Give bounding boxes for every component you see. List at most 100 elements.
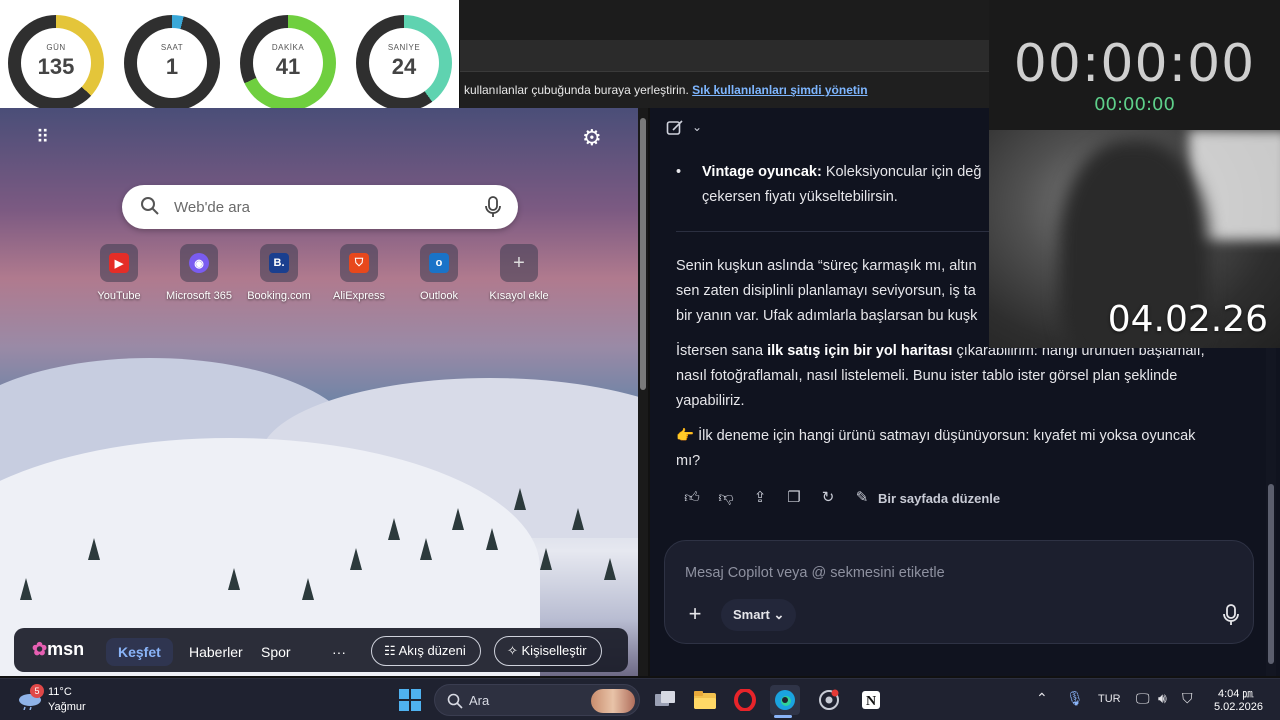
add-attachment-button[interactable]: +: [679, 599, 711, 631]
taskbar-search[interactable]: Ara: [434, 684, 640, 716]
countdown-label: DAKİKA: [271, 43, 305, 52]
microphone-icon[interactable]: [482, 195, 504, 219]
weather-widget[interactable]: 5 11°C Yağmur: [16, 684, 96, 716]
search-icon: [141, 197, 159, 215]
countdown-ring-hours: SAAT 1: [124, 15, 220, 111]
countdown-ring-seconds: SANİYE 24: [356, 15, 452, 111]
chevron-down-icon[interactable]: ⌄: [692, 120, 702, 134]
clock-time[interactable]: 4:04 ㏘: [1218, 685, 1253, 701]
response-paragraph-2: İstersen sana ilk satış için bir yol har…: [676, 339, 1236, 414]
feed-layout-button[interactable]: ☷ Akış düzeni: [371, 636, 481, 666]
tree: [88, 538, 100, 560]
thumbs-down-icon[interactable]: 👎︎: [716, 488, 736, 508]
copilot-scrollbar-thumb[interactable]: [1268, 484, 1274, 664]
aliexpress-icon: ⛉: [349, 253, 369, 273]
tab-sports[interactable]: Spor: [249, 638, 303, 666]
tree: [20, 578, 32, 600]
quick-link-label: AliExpress: [333, 290, 385, 302]
countdown-value: 41: [275, 54, 301, 79]
settings-gear-icon[interactable]: ⚙: [582, 126, 606, 150]
security-icon[interactable]: ⛉: [1182, 690, 1193, 707]
message-placeholder: Mesaj Copilot veya @ sekmesini etiketle: [685, 565, 945, 581]
msn-logo[interactable]: ✿msn: [32, 639, 84, 660]
search-icon: [447, 693, 463, 709]
tab-discover[interactable]: Keşfet: [106, 638, 173, 666]
share-icon[interactable]: ⇪: [750, 488, 770, 508]
countdown-label: GÜN: [46, 43, 66, 52]
quick-link-microsoft-365[interactable]: ◉ Microsoft 365: [157, 244, 241, 302]
feed-layout-label: Akış düzeni: [398, 643, 466, 658]
thumbs-up-icon[interactable]: 👍︎: [682, 488, 702, 508]
display-icon[interactable]: 🖵︎: [1136, 690, 1150, 707]
microphone-icon[interactable]: 🎙︎: [1066, 690, 1084, 707]
tree: [572, 508, 584, 530]
tree: [388, 518, 400, 540]
browser-toolbar: [460, 40, 990, 72]
quick-link-booking[interactable]: B. Booking.com: [237, 244, 321, 302]
windows-start-icon[interactable]: [398, 688, 422, 712]
edge-icon[interactable]: [770, 685, 800, 715]
text-line: İlk deneme için hangi ürünü satmayı düşü…: [694, 428, 1196, 444]
opera-icon[interactable]: [730, 685, 760, 715]
quick-link-add-shortcut[interactable]: + Kısayol ekle: [477, 244, 561, 302]
stopwatch-main-time: 00:00:00: [1013, 34, 1256, 94]
webcam-date-overlay: 04.02.26: [1107, 299, 1268, 340]
edit-in-page-button[interactable]: Bir sayfada düzenle: [878, 491, 1000, 506]
chevron-up-icon[interactable]: ⌃: [1036, 690, 1048, 707]
chrome-icon[interactable]: [814, 685, 844, 715]
web-search-box[interactable]: Web'de ara: [122, 185, 518, 229]
weather-condition: Yağmur: [48, 701, 86, 713]
task-view-icon[interactable]: [650, 685, 680, 715]
add-shortcut-icon: +: [513, 251, 525, 274]
personalize-button[interactable]: ✧ Kişiselleştir: [494, 636, 602, 666]
regenerate-icon[interactable]: ↻: [818, 488, 838, 508]
volume-icon[interactable]: 🔊︎: [1158, 690, 1167, 707]
pointing-hand-icon: 👉: [676, 428, 695, 444]
quick-link-label: Microsoft 365: [165, 290, 233, 302]
edit-in-page-icon[interactable]: ✎: [852, 488, 872, 508]
clock-date[interactable]: 5.02.2026: [1214, 701, 1263, 713]
personalize-label: Kişiselleştir: [521, 643, 587, 658]
text-line: nasıl fotoğraflamalı, nasıl listelemeli.…: [676, 368, 1178, 384]
microsoft-365-icon: ◉: [189, 253, 209, 273]
chevron-down-icon: ⌄: [773, 607, 785, 622]
bold-phrase: ilk satış için bir yol haritası: [767, 343, 953, 359]
search-highlight-image: [591, 689, 635, 713]
quick-link-outlook[interactable]: o Outlook: [397, 244, 481, 302]
new-chat-icon[interactable]: [666, 119, 684, 137]
copy-icon[interactable]: ❐: [784, 488, 804, 508]
quick-link-label: Kısayol ekle: [489, 290, 549, 302]
tree: [228, 568, 240, 590]
bullet-label: Vintage oyuncak:: [702, 164, 822, 180]
microphone-icon[interactable]: [1221, 603, 1241, 627]
bullet-text-2: çekersen fiyatı yükseltebilirsin.: [702, 189, 898, 205]
text-line: mı?: [676, 453, 701, 469]
bullet-dot: •: [676, 164, 682, 180]
quick-link-label: YouTube: [97, 290, 141, 302]
text-line: yapabiliriz.: [676, 393, 745, 409]
file-explorer-icon[interactable]: [690, 685, 720, 715]
tab-news[interactable]: Haberler: [177, 638, 255, 666]
notion-icon[interactable]: N: [856, 685, 886, 715]
countdown-value: 1: [165, 54, 179, 79]
manage-favorites-link[interactable]: Sık kullanılanları şimdi yönetin: [692, 83, 867, 97]
language-indicator[interactable]: TUR: [1098, 693, 1121, 705]
more-tabs-button[interactable]: ···: [320, 638, 358, 666]
quick-link-label: Outlook: [420, 290, 458, 302]
ntp-scrollbar-thumb[interactable]: [640, 118, 646, 390]
sliders-icon: ☷: [384, 643, 399, 658]
countdown-value: 24: [391, 54, 417, 79]
favorites-bar-text: kullanılanlar çubuğunda buraya yerleştir…: [464, 83, 689, 97]
countdown-label: SANİYE: [387, 43, 421, 52]
apps-grid-icon[interactable]: ⠿: [36, 128, 54, 146]
mode-selector[interactable]: Smart ⌄: [721, 599, 797, 631]
msn-logo-text: msn: [47, 639, 85, 659]
webcam-overlay: 04.02.26: [989, 130, 1280, 348]
tree: [452, 508, 464, 530]
countdown-ring-minutes: DAKİKA 41: [240, 15, 336, 111]
copilot-message-input[interactable]: Mesaj Copilot veya @ sekmesini etiketle …: [664, 540, 1254, 644]
bullet-text: Koleksiyoncular için değ: [821, 164, 982, 180]
quick-link-aliexpress[interactable]: ⛉ AliExpress: [317, 244, 401, 302]
taskbar-search-label: Ara: [469, 693, 490, 708]
quick-link-youtube[interactable]: ▶ YouTube: [77, 244, 161, 302]
